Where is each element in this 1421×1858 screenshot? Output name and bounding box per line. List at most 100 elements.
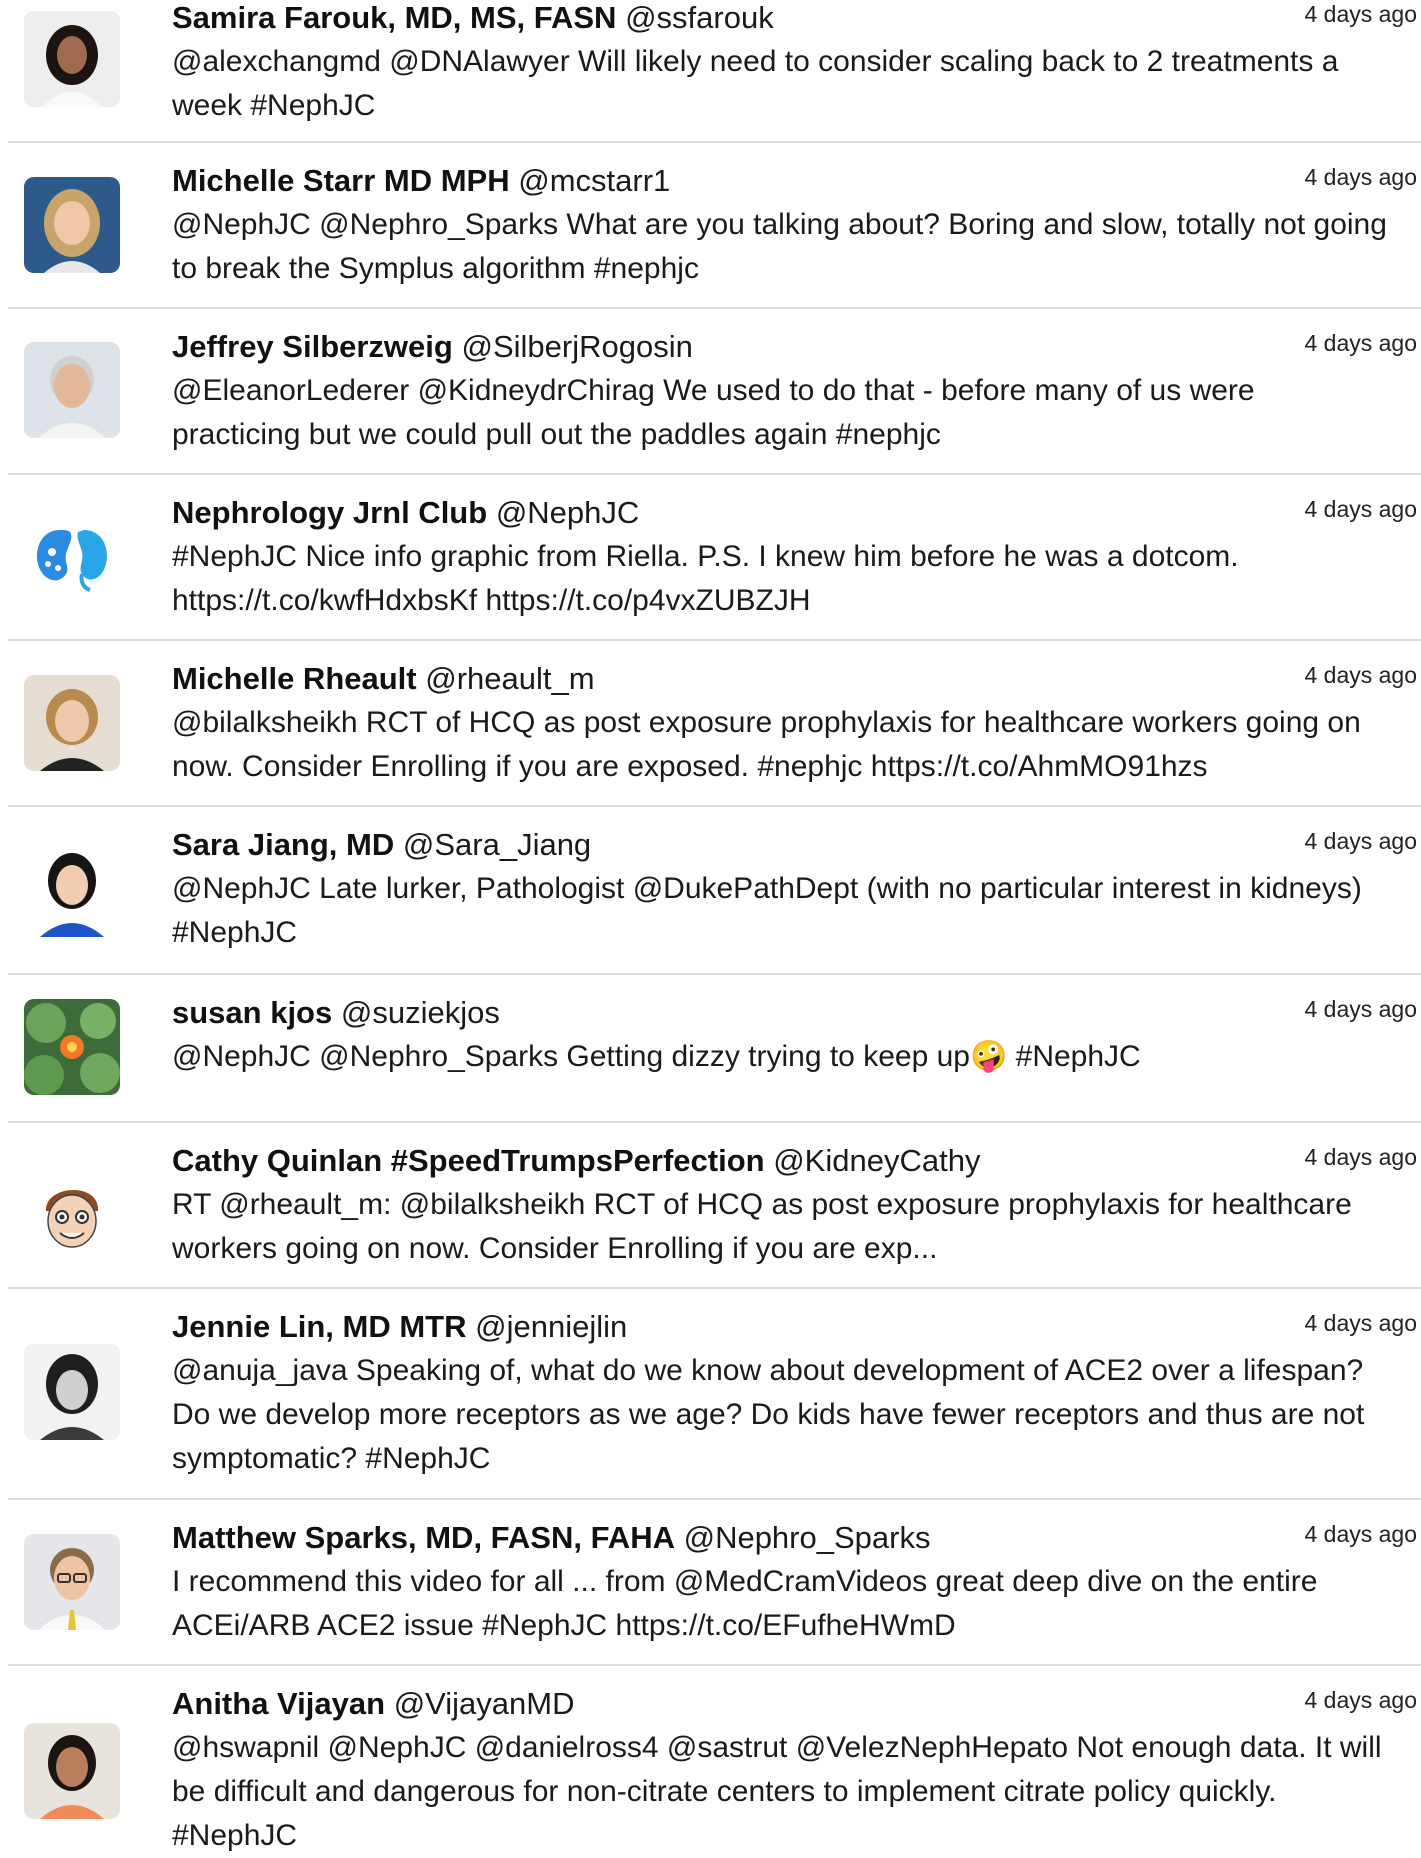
timestamp[interactable]: 4 days ago [1304,0,1417,28]
timestamp[interactable]: 4 days ago [1304,163,1417,191]
tweet-text-line: ACEi/ARB ACE2 issue #NephJC https://t.co… [172,1609,956,1642]
tweet-text-line: to break the Symplus algorithm #nephjc [172,252,699,285]
avatar[interactable] [24,675,120,771]
author-name[interactable]: susan kjos [172,995,332,1030]
tweet-header: Nephrology Jrnl Club @NephJC [172,495,1412,535]
timestamp[interactable]: 4 days ago [1304,995,1417,1023]
avatar[interactable] [24,1171,120,1267]
author-handle[interactable]: @rheault_m [425,661,594,696]
author-handle[interactable]: @VijayanMD [394,1686,575,1721]
tweet-text-line: now. Consider Enrolling if you are expos… [172,750,1208,783]
cartoon-face-icon [24,1171,120,1267]
tweet-text: @alexchangmd @DNAlawyer Will likely need… [172,40,1412,128]
tweet-text: I recommend this video for all ... from … [172,1560,1412,1648]
avatar[interactable] [24,1344,120,1440]
timestamp[interactable]: 4 days ago [1304,1309,1417,1337]
woman-short-hair-icon [24,675,120,771]
tweet-text-line: @hswapnil @NephJC @danielross4 @sastrut … [172,1731,1382,1764]
tweet-text-line: #NephJC Nice info graphic from Riella. P… [172,540,1239,573]
tweet-item[interactable]: Nephrology Jrnl Club @NephJC #NephJC Nic… [0,475,1421,639]
tweet-item[interactable]: Jennie Lin, MD MTR @jenniejlin @anuja_ja… [0,1289,1421,1498]
author-handle[interactable]: @jenniejlin [475,1309,627,1344]
author-handle[interactable]: @mcstarr1 [518,163,670,198]
timestamp[interactable]: 4 days ago [1304,1143,1417,1171]
author-name[interactable]: Anitha Vijayan [172,1686,385,1721]
author-name[interactable]: Michelle Starr MD MPH [172,163,510,198]
avatar[interactable] [24,508,120,604]
author-name[interactable]: Michelle Rheault [172,661,417,696]
tweet-item[interactable]: susan kjos @suziekjos @NephJC @Nephro_Sp… [0,975,1421,1121]
woman-bw-photo-icon [24,1344,120,1440]
tweet-item[interactable]: Jeffrey Silberzweig @SilberjRogosin @Ele… [0,309,1421,473]
author-name[interactable]: Nephrology Jrnl Club [172,495,487,530]
author-handle[interactable]: @suziekjos [341,995,500,1030]
man-glasses-icon [24,1534,120,1630]
tweet-text-line: @NephJC @Nephro_Sparks What are you talk… [172,208,1387,241]
author-handle[interactable]: @ssfarouk [625,0,774,35]
lily-pad-flower-icon [24,999,120,1095]
tweet-item[interactable]: Samira Farouk, MD, MS, FASN @ssfarouk @a… [0,0,1421,141]
tweet-text-line: @anuja_java Speaking of, what do we know… [172,1354,1364,1387]
author-handle[interactable]: @Nephro_Sparks [684,1520,931,1555]
man-grey-hair-icon [24,342,120,438]
author-handle[interactable]: @KidneyCathy [773,1143,980,1178]
avatar[interactable] [24,841,120,937]
tweet-header: Michelle Rheault @rheault_m [172,661,1412,701]
timestamp[interactable]: 4 days ago [1304,661,1417,689]
tweet-text-line: @NephJC @Nephro_Sparks Getting dizzy try… [172,1040,1141,1073]
author-handle[interactable]: @NephJC [496,495,639,530]
tweet-text: @EleanorLederer @KidneydrChirag We used … [172,369,1412,457]
woman-orange-top-icon [24,1723,120,1819]
tweet-item[interactable]: Michelle Starr MD MPH @mcstarr1 @NephJC … [0,143,1421,307]
timestamp[interactable]: 4 days ago [1304,329,1417,357]
tweet-text-line: workers going on now. Consider Enrolling… [172,1232,938,1265]
kidney-logo-icon [24,508,120,604]
author-name[interactable]: Matthew Sparks, MD, FASN, FAHA [172,1520,675,1555]
timestamp[interactable]: 4 days ago [1304,1520,1417,1548]
avatar[interactable] [24,342,120,438]
timestamp[interactable]: 4 days ago [1304,495,1417,523]
tweet-item[interactable]: Sara Jiang, MD @Sara_Jiang @NephJC Late … [0,807,1421,973]
tweet-text-line: I recommend this video for all ... from … [172,1565,1318,1598]
author-handle[interactable]: @SilberjRogosin [461,329,692,364]
avatar[interactable] [24,1723,120,1819]
tweet-text: #NephJC Nice info graphic from Riella. P… [172,535,1412,623]
timestamp[interactable]: 4 days ago [1304,827,1417,855]
tweet-text-line: #NephJC [172,1819,298,1852]
tweet-item[interactable]: Anitha Vijayan @VijayanMD @hswapnil @Nep… [0,1666,1421,1852]
tweet-text-line: @bilalksheikh RCT of HCQ as post exposur… [172,706,1361,739]
tweet-header: susan kjos @suziekjos [172,995,1412,1035]
tweet-item[interactable]: Matthew Sparks, MD, FASN, FAHA @Nephro_S… [0,1500,1421,1664]
author-handle[interactable]: @Sara_Jiang [403,827,591,862]
tweet-text: @hswapnil @NephJC @danielross4 @sastrut … [172,1726,1412,1858]
tweet-text-line: https://t.co/kwfHdxbsKf https://t.co/p4v… [172,584,811,617]
tweet-text-line: practicing but we could pull out the pad… [172,418,941,451]
author-name[interactable]: Cathy Quinlan #SpeedTrumpsPerfection [172,1143,765,1178]
avatar[interactable] [24,11,120,107]
author-name[interactable]: Jennie Lin, MD MTR [172,1309,467,1344]
tweet-text: @anuja_java Speaking of, what do we know… [172,1349,1412,1481]
tweet-text-line: week #NephJC [172,89,376,122]
tweet-item[interactable]: Cathy Quinlan #SpeedTrumpsPerfection @Ki… [0,1123,1421,1287]
tweet-text-line: RT @rheault_m: @bilalksheikh RCT of HCQ … [172,1188,1352,1221]
tweet-text-line: @EleanorLederer @KidneydrChirag We used … [172,374,1255,407]
avatar[interactable] [24,999,120,1095]
avatar[interactable] [24,1534,120,1630]
tweet-text-line: #NephJC [172,916,298,949]
woman-dark-hair-icon [24,11,120,107]
timestamp[interactable]: 4 days ago [1304,1686,1417,1714]
author-name[interactable]: Sara Jiang, MD [172,827,394,862]
tweet-text: @NephJC @Nephro_Sparks Getting dizzy try… [172,1035,1412,1079]
avatar[interactable] [24,177,120,273]
author-name[interactable]: Jeffrey Silberzweig [172,329,453,364]
author-name[interactable]: Samira Farouk, MD, MS, FASN [172,0,616,35]
tweet-text-line: @NephJC Late lurker, Pathologist @DukePa… [172,872,1362,905]
tweet-header: Cathy Quinlan #SpeedTrumpsPerfection @Ki… [172,1143,1412,1183]
woman-blonde-icon [24,177,120,273]
tweet-text: @NephJC @Nephro_Sparks What are you talk… [172,203,1412,291]
tweet-header: Matthew Sparks, MD, FASN, FAHA @Nephro_S… [172,1520,1412,1560]
tweet-text-line: Do we develop more receptors as we age? … [172,1398,1365,1431]
tweet-item[interactable]: Michelle Rheault @rheault_m @bilalksheik… [0,641,1421,805]
woman-blue-top-icon [24,841,120,937]
tweet-header: Jennie Lin, MD MTR @jenniejlin [172,1309,1412,1349]
